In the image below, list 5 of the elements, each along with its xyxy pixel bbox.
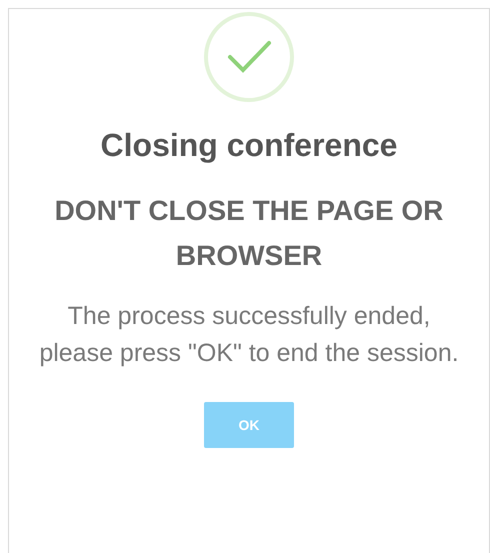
message-text: The process successfully ended, please press "OK" to end the session. [38,301,460,369]
warning-text: DON'T CLOSE THE PAGE OR BROWSER [54,194,444,273]
check-icon [203,11,295,103]
dialog-title: Closing conference [100,127,398,164]
ok-button[interactable]: OK [204,402,294,448]
